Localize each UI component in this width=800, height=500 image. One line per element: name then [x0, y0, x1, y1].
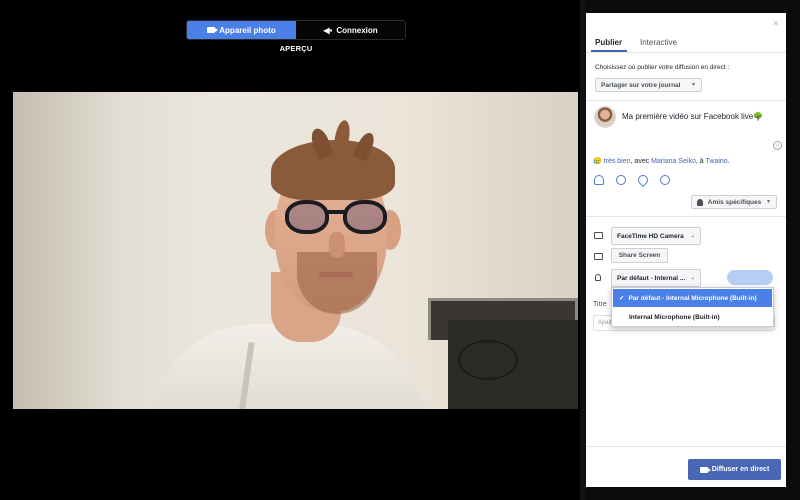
place-link[interactable]: Twaino: [706, 158, 728, 165]
sticker-icon[interactable]: [660, 175, 670, 185]
tree-emoji: 🌳: [753, 112, 764, 121]
microphone-value: Par défaut - Internal ...: [617, 274, 686, 282]
connection-icon: ◀▪: [323, 25, 333, 35]
divider: [586, 216, 786, 217]
tab-publier[interactable]: Publier: [595, 38, 622, 47]
go-live-button[interactable]: Diffuser en direct: [688, 459, 781, 480]
camera-preview-video: [13, 92, 578, 409]
microphone-option-internal[interactable]: Internal Microphone (Built-in): [612, 308, 773, 326]
post-text-value: Ma première vidéo sur Facebook live: [622, 112, 754, 121]
glasses-bridge: [327, 210, 345, 214]
glasses-left-lens: [285, 200, 329, 234]
check-icon: ✓: [619, 295, 625, 302]
feeling-activity-icon[interactable]: [616, 175, 626, 185]
go-live-label: Diffuser en direct: [711, 466, 770, 473]
camera-source-label: Appareil photo: [219, 25, 276, 35]
microphone-option-default[interactable]: ✓ Par défaut - Internal Microphone (Buil…: [613, 289, 772, 307]
preview-area: Appareil photo ◀▪ Connexion APERÇU: [0, 0, 580, 500]
check-in-icon[interactable]: [635, 172, 651, 188]
publish-panel: Publier Interactive × Choisissez où publ…: [586, 13, 786, 487]
publish-target-value: Partager sur votre journal: [601, 81, 681, 89]
publish-target-select[interactable]: Partager sur votre journal ▼: [595, 78, 702, 92]
divider: [586, 100, 786, 101]
audience-value: Amis spécifiques: [707, 198, 762, 206]
tab-interactive[interactable]: Interactive: [640, 38, 677, 47]
preview-heading: APERÇU: [279, 44, 313, 53]
tag-friends-icon[interactable]: [594, 175, 604, 185]
feeling-state-link[interactable]: très bien: [604, 158, 631, 165]
person-icon: [697, 198, 703, 206]
post-composer-text[interactable]: Ma première vidéo sur Facebook live🌳: [622, 112, 763, 121]
person-mouth: [319, 272, 353, 277]
close-icon[interactable]: ×: [773, 18, 779, 30]
microphone-dropdown-menu: ✓ Par défaut - Internal Microphone (Buil…: [611, 287, 774, 327]
audience-select[interactable]: Amis spécifiques ▼: [691, 195, 777, 209]
microphone-icon: [595, 274, 601, 281]
feeling-with-text: , avec: [630, 158, 652, 165]
person-nose: [329, 232, 345, 258]
video-camera-icon: [594, 232, 603, 239]
background-cable: [458, 340, 518, 380]
camera-source-button[interactable]: Appareil photo: [187, 21, 296, 39]
post-actions: [594, 172, 670, 188]
video-camera-icon: [207, 27, 219, 33]
connection-source-button[interactable]: ◀▪ Connexion: [296, 21, 405, 39]
chevron-down-icon: ⌄: [690, 233, 695, 239]
live-producer-window: Appareil photo ◀▪ Connexion APERÇU Publi…: [0, 0, 800, 500]
option-label: Internal Microphone (Built-in): [629, 313, 720, 321]
source-toggle: Appareil photo ◀▪ Connexion: [186, 20, 406, 40]
video-camera-icon: [699, 466, 711, 473]
option-label: Par défaut - Internal Microphone (Built-…: [628, 294, 757, 302]
chevron-down-icon: ▼: [766, 199, 771, 205]
chevron-down-icon: ▼: [691, 82, 696, 88]
monitor-icon: [594, 253, 603, 260]
feeling-end: .: [727, 158, 730, 165]
chevron-down-icon: ⌄: [690, 275, 695, 281]
publish-location-label: Choisissez où publier votre diffusion en…: [595, 64, 730, 71]
background-wall: [13, 92, 123, 409]
camera-device-value: FaceTime HD Camera: [617, 232, 684, 240]
glasses-right-lens: [343, 200, 387, 234]
feeling-at-text: , à: [695, 158, 706, 165]
connection-source-label: Connexion: [336, 25, 378, 35]
active-tab-indicator: [591, 50, 627, 52]
title-label: Titre: [593, 301, 607, 308]
microphone-select[interactable]: Par défaut - Internal ... ⌄: [611, 269, 701, 287]
audio-level-indicator: [727, 270, 773, 285]
tagged-person-link[interactable]: Mariana Seiko: [651, 158, 696, 165]
share-screen-button[interactable]: Share Screen: [611, 248, 668, 263]
divider: [586, 446, 786, 447]
panel-tabs: Publier Interactive: [586, 13, 786, 53]
feeling-line: 😥 très bien, avec Mariana Seiko, à Twain…: [593, 157, 730, 165]
feeling-emoji: 😥: [593, 158, 602, 165]
emoji-picker-icon[interactable]: ☺: [773, 141, 782, 150]
avatar: [594, 106, 616, 128]
camera-device-select[interactable]: FaceTime HD Camera ⌄: [611, 227, 701, 245]
